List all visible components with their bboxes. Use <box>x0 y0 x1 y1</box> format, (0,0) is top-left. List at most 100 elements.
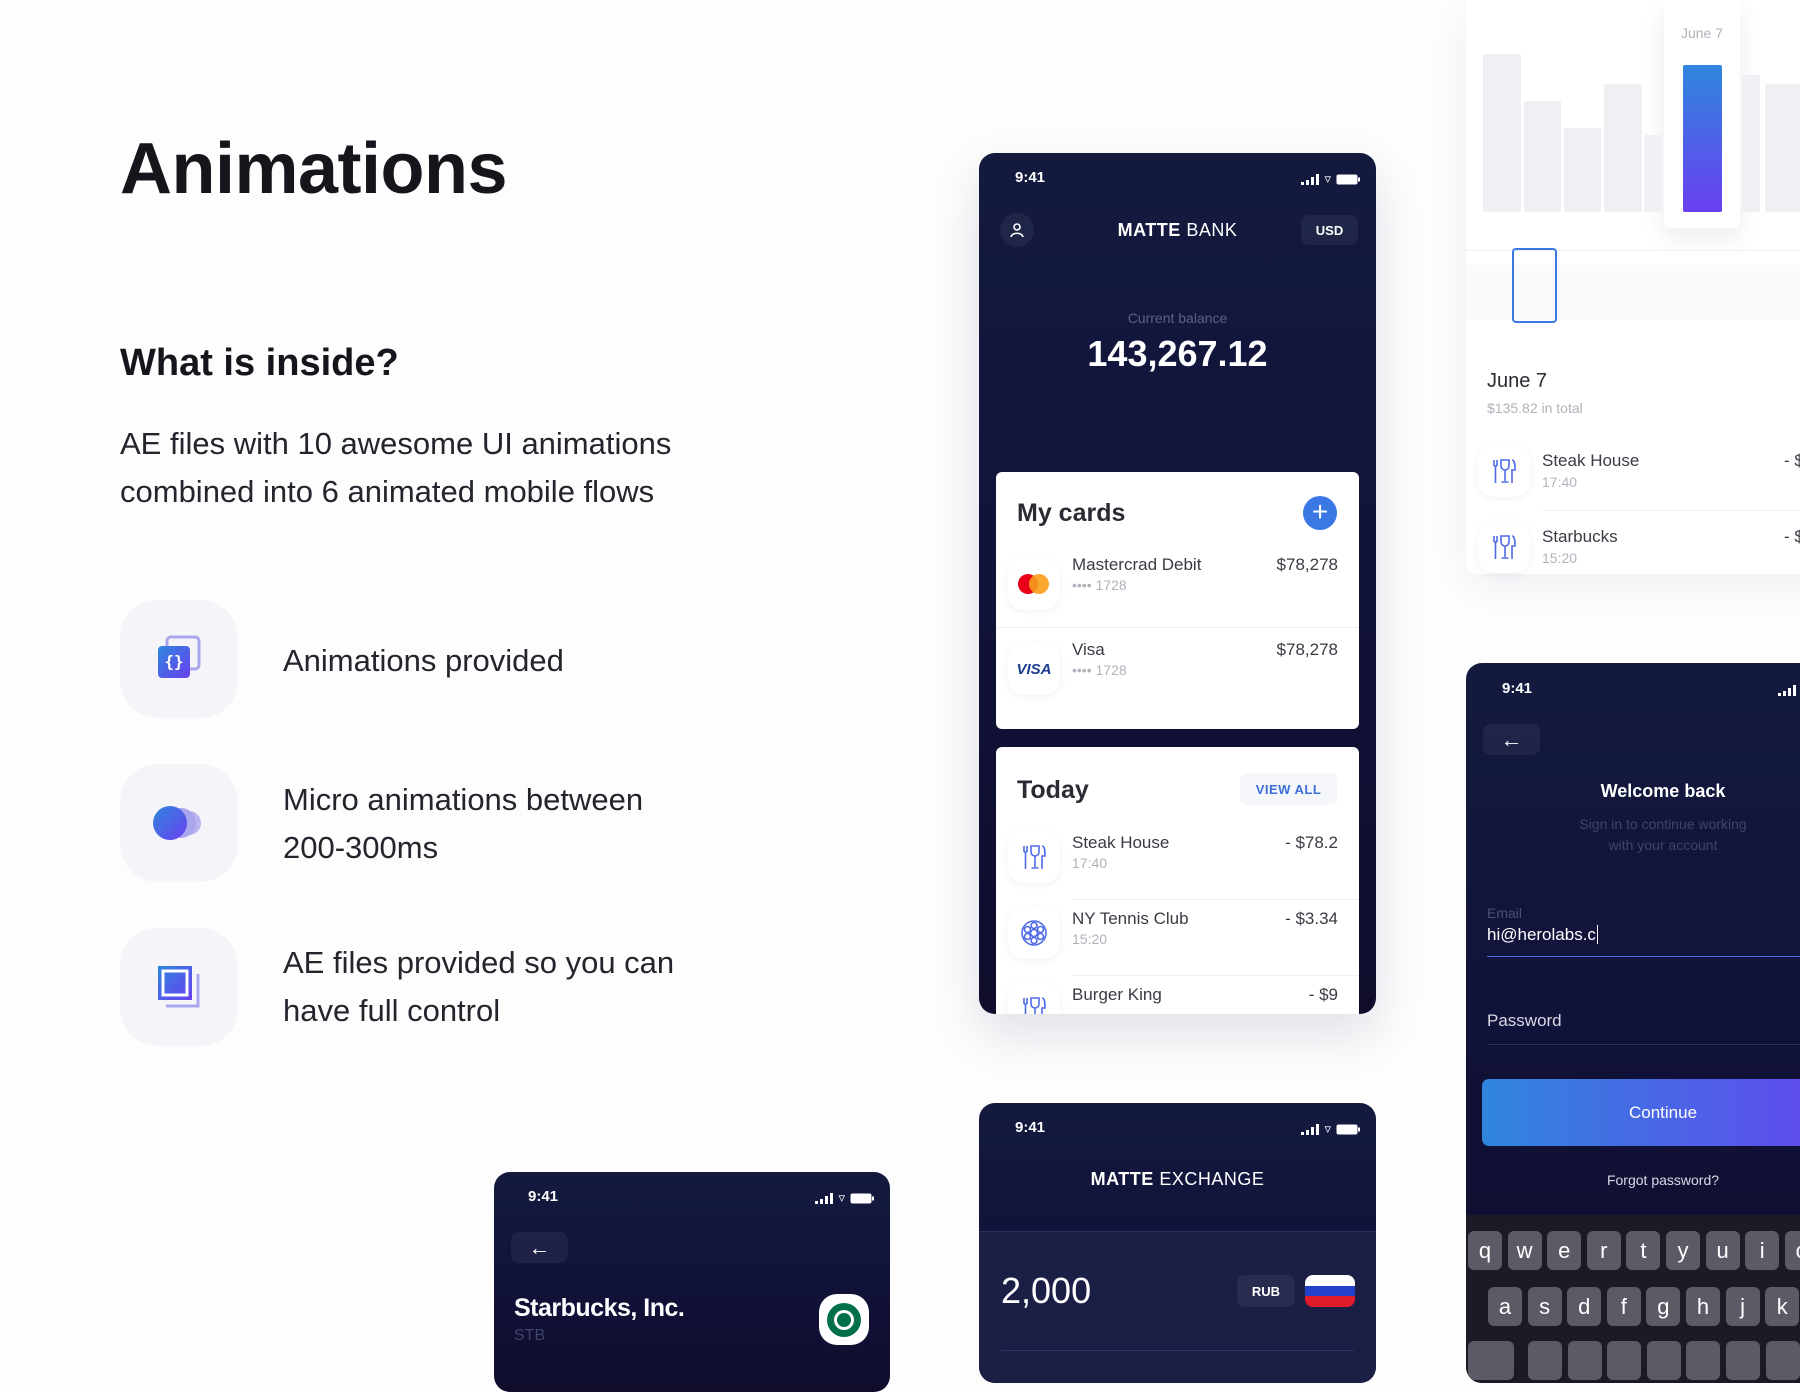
bar-highlighted[interactable] <box>1683 65 1722 212</box>
key-r[interactable]: r <box>1586 1231 1621 1270</box>
transaction-row[interactable]: Steak House 17:40 - $ <box>1466 445 1800 511</box>
balance-label: Current balance <box>1127 310 1228 326</box>
text-cursor <box>1596 925 1598 944</box>
transaction-row[interactable]: NY Tennis Club 15:20 - $3.34 <box>996 907 1359 977</box>
feature-text: Micro animations between 200-300ms <box>283 776 803 872</box>
transaction-amount: - $ <box>1784 527 1800 546</box>
transaction-name: Steak House <box>1542 451 1640 470</box>
bar[interactable] <box>1524 101 1561 212</box>
description-line: AE files with 10 awesome UI animations <box>120 426 672 461</box>
key-o[interactable]: o <box>1784 1231 1800 1270</box>
feature-line: 200-300ms <box>283 830 439 865</box>
view-all-button[interactable]: VIEW ALL <box>1240 773 1337 805</box>
code-brackets-icon: {} <box>158 635 201 678</box>
key-a[interactable]: a <box>1488 1287 1522 1326</box>
plus-icon: + <box>1311 496 1329 527</box>
welcome-title: Welcome back <box>1600 781 1726 801</box>
arrow-left-icon: ← <box>528 1234 551 1260</box>
battery-icon <box>850 1193 874 1203</box>
key-k[interactable]: k <box>1765 1287 1800 1326</box>
bar[interactable] <box>1765 84 1800 212</box>
bar[interactable] <box>1483 54 1521 212</box>
key-y[interactable]: y <box>1666 1231 1700 1270</box>
starbucks-logo-icon <box>819 1294 869 1345</box>
bar[interactable] <box>1644 134 1662 212</box>
restaurant-icon <box>1478 521 1530 573</box>
key[interactable] <box>1528 1341 1562 1380</box>
key[interactable] <box>1607 1341 1642 1380</box>
currency-selector[interactable]: RUB <box>1237 1275 1295 1307</box>
key-t[interactable]: t <box>1626 1231 1661 1270</box>
transaction-row[interactable]: Burger King - $9 <box>996 983 1359 1014</box>
key[interactable] <box>1646 1341 1681 1380</box>
feature-line: have full control <box>283 993 501 1028</box>
key-w[interactable]: w <box>1507 1231 1542 1270</box>
transaction-name: Burger King <box>1072 985 1162 1004</box>
key-j[interactable]: j <box>1725 1287 1760 1326</box>
status-time: 9:41 <box>1015 1119 1046 1136</box>
password-input[interactable]: Password <box>1487 1011 1800 1045</box>
card-row[interactable]: Mastercrad Debit •••• 1728 $78,278 <box>996 552 1359 627</box>
back-button[interactable]: ← <box>1483 724 1540 755</box>
exchange-phone-screen: 9:41 ▿ MATTE EXCHANGE 2,000 RUB <box>979 1103 1376 1383</box>
transaction-time: 15:20 <box>1542 550 1578 566</box>
key-i[interactable]: i <box>1745 1231 1780 1270</box>
transaction-row[interactable]: Steak House 17:40 - $78.2 <box>996 831 1359 901</box>
back-button[interactable]: ← <box>511 1232 568 1263</box>
welcome-subtitle: Sign in to continue working with your ac… <box>1543 814 1783 856</box>
transaction-row[interactable]: Starbucks 15:20 - $ <box>1466 521 1800 581</box>
transaction-amount: - $9 <box>1308 985 1338 1004</box>
keyboard: qwertyuio asdfghjk <box>1466 1215 1800 1383</box>
key-e[interactable]: e <box>1547 1231 1582 1270</box>
shift-key[interactable] <box>1468 1341 1514 1380</box>
feature-line: Animations provided <box>283 643 564 678</box>
restaurant-icon <box>1008 831 1060 883</box>
divider <box>996 627 1359 628</box>
key[interactable] <box>1765 1341 1800 1380</box>
visa-logo: VISA <box>1016 660 1052 678</box>
key[interactable] <box>1567 1341 1602 1380</box>
key[interactable] <box>1686 1341 1721 1380</box>
status-icons: ▿ <box>815 1190 874 1206</box>
feature-icon-box <box>120 928 238 1046</box>
selected-date: June 7 <box>1487 370 1548 392</box>
today-title: Today <box>1017 776 1089 804</box>
transaction-name: NY Tennis Club <box>1072 909 1189 928</box>
key-d[interactable]: d <box>1567 1287 1602 1326</box>
transaction-name: Steak House <box>1072 833 1170 852</box>
card-name: Mastercrad Debit <box>1072 555 1202 574</box>
key-h[interactable]: h <box>1686 1287 1720 1326</box>
bar[interactable] <box>1564 128 1601 212</box>
key-f[interactable]: f <box>1606 1287 1641 1326</box>
brand-light: BANK <box>1186 220 1238 240</box>
bar[interactable] <box>1742 74 1760 212</box>
section-heading: What is inside? <box>120 342 399 384</box>
email-input[interactable]: hi@herolabs.c <box>1487 925 1800 957</box>
company-name: Starbucks, Inc. <box>514 1294 685 1322</box>
subtitle-line: with your account <box>1608 837 1718 853</box>
key-u[interactable]: u <box>1705 1231 1740 1270</box>
arrow-left-icon: ← <box>1500 726 1523 752</box>
key-g[interactable]: g <box>1646 1287 1681 1326</box>
continue-button[interactable]: Continue <box>1482 1079 1800 1146</box>
signal-icon <box>1301 173 1320 185</box>
brand-bold: MATTE <box>1117 220 1181 240</box>
password-label: Password <box>1487 1011 1562 1030</box>
key[interactable] <box>1726 1341 1760 1380</box>
card-row[interactable]: VISA Visa •••• 1728 $78,278 <box>996 637 1359 712</box>
signal-icon <box>1778 685 1796 696</box>
layers-square-icon <box>158 966 200 1008</box>
forgot-password-link[interactable]: Forgot password? <box>1563 1172 1763 1188</box>
feature-text: Animations provided <box>283 637 803 685</box>
exchange-amount-input[interactable]: 2,000 <box>1001 1270 1091 1312</box>
stats-card: June 7 June 7 $135.82 in total Steak Hou… <box>1466 0 1800 574</box>
wifi-icon: ▿ <box>838 1190 845 1205</box>
signal-icon <box>815 1192 834 1204</box>
scrubber-handle[interactable] <box>1512 248 1557 323</box>
feature-text: AE files provided so you can have full c… <box>283 939 803 1035</box>
key-q[interactable]: q <box>1468 1231 1502 1270</box>
add-card-button[interactable]: + <box>1303 496 1337 530</box>
bar[interactable] <box>1604 84 1642 212</box>
currency-button[interactable]: USD <box>1301 215 1358 245</box>
key-s[interactable]: s <box>1527 1287 1562 1326</box>
